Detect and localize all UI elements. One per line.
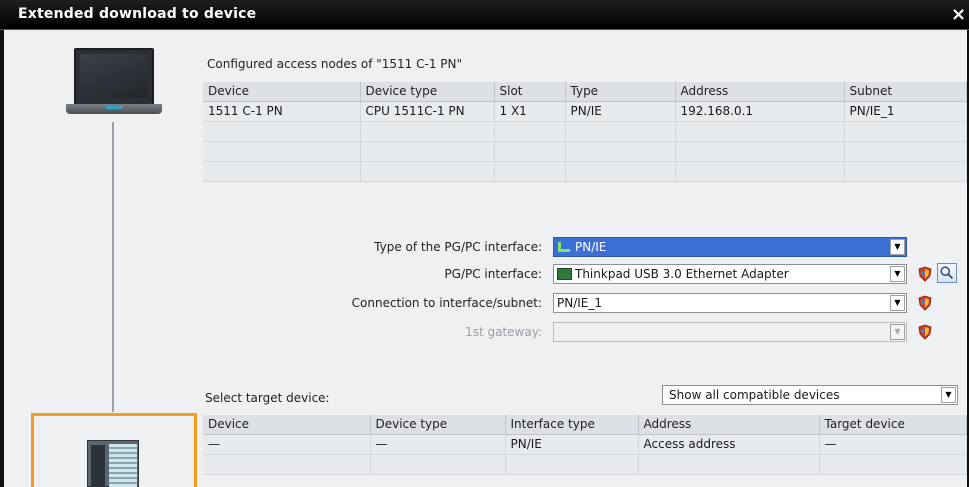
chevron-down-icon: ▼	[890, 324, 905, 340]
table-header-row: Device Device type Slot Type Address Sub…	[203, 82, 967, 102]
column-header[interactable]: Type	[565, 82, 676, 102]
pgpc-interface-label: PG/PC interface:	[444, 267, 542, 281]
column-header[interactable]: Slot	[494, 82, 566, 102]
cell-type: PN/IE	[565, 101, 676, 122]
cell-interface-type: PN/IE	[505, 434, 639, 455]
table-row	[203, 141, 967, 162]
connection-subnet-label: Connection to interface/subnet:	[351, 296, 542, 310]
cell-subnet: PN/IE_1	[844, 101, 967, 122]
column-header[interactable]: Device	[203, 415, 371, 435]
column-header[interactable]: Target device	[819, 415, 967, 435]
configured-nodes-table: Device Device type Slot Type Address Sub…	[203, 82, 967, 182]
table-row[interactable]: 1511 C-1 PN CPU 1511C-1 PN 1 X1 PN/IE 19…	[203, 101, 967, 122]
plc-device-icon	[87, 440, 139, 487]
column-header[interactable]: Device type	[370, 415, 506, 435]
status-shield-icon[interactable]	[917, 324, 933, 340]
column-header[interactable]: Address	[675, 82, 845, 102]
cell-device-type: CPU 1511C-1 PN	[360, 101, 495, 122]
select-target-label: Select target device:	[205, 391, 330, 405]
search-icon	[940, 266, 954, 280]
column-header[interactable]: Interface type	[505, 415, 639, 435]
connection-subnet-select[interactable]: PN/IE_1 ▼	[553, 293, 907, 313]
column-header[interactable]: Address	[638, 415, 820, 435]
table-row	[203, 121, 967, 142]
gateway-label: 1st gateway:	[465, 325, 542, 339]
table-row	[203, 454, 967, 475]
status-shield-icon[interactable]	[917, 266, 933, 282]
window-title: Extended download to device	[18, 6, 257, 22]
configured-nodes-label: Configured access nodes of "1511 C-1 PN"	[207, 57, 462, 71]
target-filter-value: Show all compatible devices	[669, 388, 840, 402]
status-shield-icon[interactable]	[917, 295, 933, 311]
pgpc-type-value: PN/IE	[575, 240, 607, 254]
close-icon[interactable]: ×	[951, 4, 969, 26]
chevron-down-icon[interactable]: ▼	[890, 239, 905, 255]
cell-address: Access address	[638, 434, 820, 455]
cell-device: —	[203, 434, 371, 455]
target-devices-table: Device Device type Interface type Addres…	[203, 415, 967, 475]
cell-device: 1511 C-1 PN	[203, 101, 361, 122]
gateway-select: ▼	[553, 322, 907, 342]
pgpc-type-select[interactable]: PN/IE ▼	[553, 237, 907, 257]
table-header-row: Device Device type Interface type Addres…	[203, 415, 967, 435]
title-bar: Extended download to device ×	[0, 0, 969, 30]
pgpc-interface-value: Thinkpad USB 3.0 Ethernet Adapter	[575, 267, 789, 281]
cell-slot: 1 X1	[494, 101, 566, 122]
ethernet-adapter-icon	[557, 268, 572, 280]
chevron-down-icon[interactable]: ▼	[890, 266, 905, 282]
column-header[interactable]: Device type	[360, 82, 495, 102]
table-row[interactable]: — — PN/IE Access address —	[203, 434, 967, 455]
table-row	[203, 161, 967, 182]
search-button[interactable]	[937, 263, 957, 283]
cell-address: 192.168.0.1	[675, 101, 845, 122]
network-cable	[112, 122, 114, 412]
pg-pc-laptop-icon	[66, 48, 162, 116]
column-header[interactable]: Device	[203, 82, 361, 102]
cell-device-type: —	[370, 434, 506, 455]
connection-subnet-value: PN/IE_1	[557, 296, 603, 310]
pgpc-interface-select[interactable]: Thinkpad USB 3.0 Ethernet Adapter ▼	[553, 264, 907, 284]
pgpc-type-label: Type of the PG/PC interface:	[374, 240, 542, 254]
column-header[interactable]: Subnet	[844, 82, 967, 102]
chevron-down-icon[interactable]: ▼	[941, 387, 956, 403]
chevron-down-icon[interactable]: ▼	[890, 295, 905, 311]
cell-target-device: —	[819, 434, 967, 455]
network-icon	[558, 242, 570, 252]
target-filter-select[interactable]: Show all compatible devices ▼	[662, 385, 958, 405]
